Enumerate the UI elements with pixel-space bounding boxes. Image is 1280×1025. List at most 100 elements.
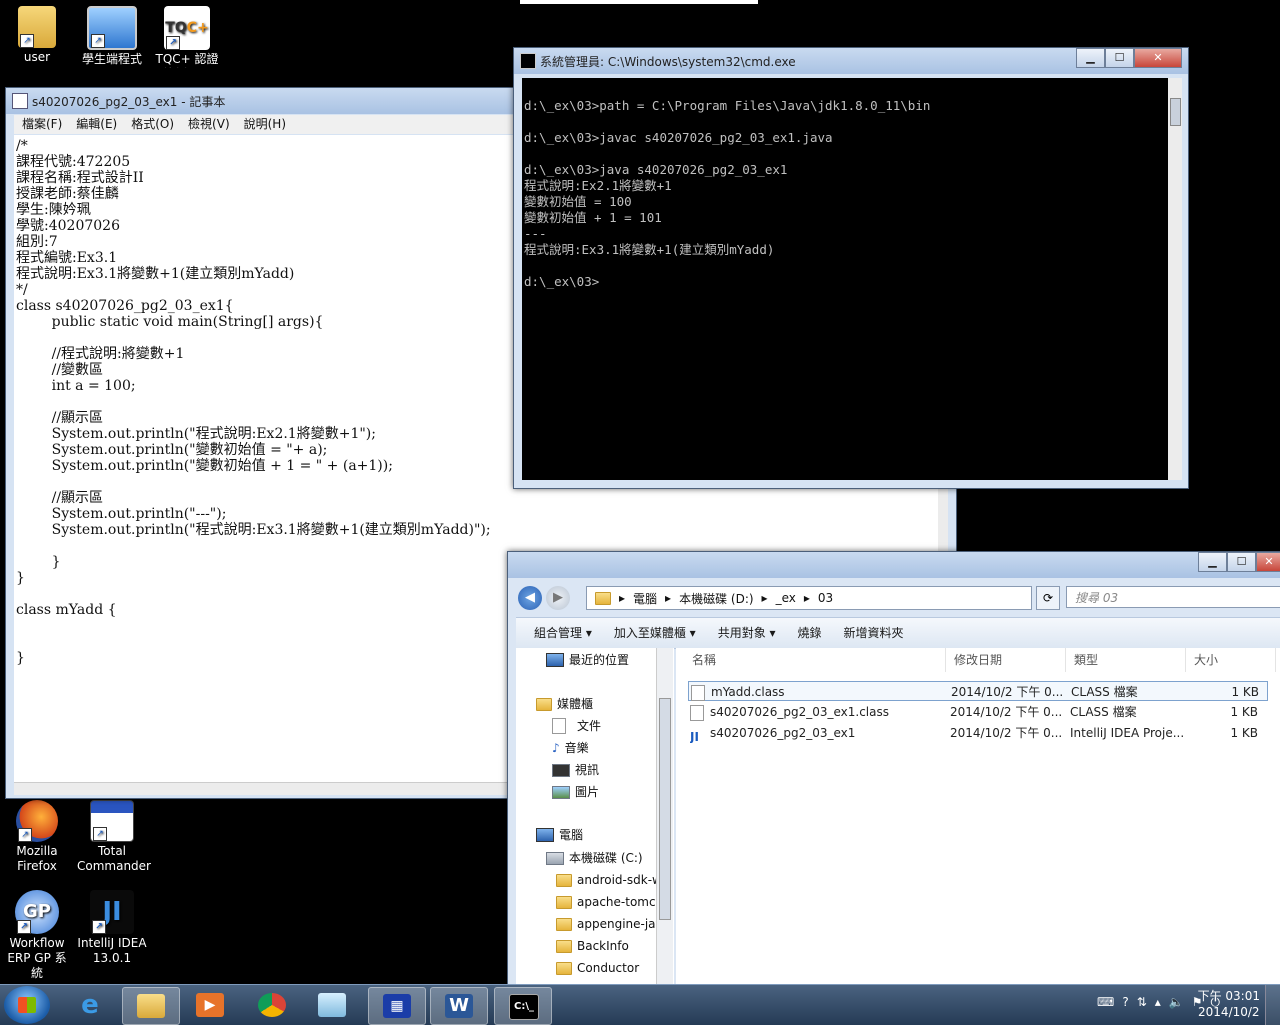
drive-icon: [546, 851, 564, 865]
taskbar-notepad[interactable]: [304, 987, 360, 1023]
nav-folder-apache-tomcat[interactable]: apache-tomca: [556, 893, 663, 911]
file-row[interactable]: mYadd.class 2014/10/2 下午 0... CLASS 檔案 1…: [688, 681, 1268, 701]
taskbar-explorer[interactable]: [122, 987, 180, 1025]
keyboard-icon[interactable]: ⌨: [1097, 995, 1114, 1010]
desktop-icon-student-client[interactable]: ↗ 學生端程式: [77, 6, 147, 67]
forward-button[interactable]: ▶: [546, 586, 570, 610]
desktop-icon-intellij[interactable]: JI ↗ IntelliJ IDEA 13.0.1: [77, 890, 147, 966]
breadcrumb-03[interactable]: 03: [818, 591, 833, 605]
column-date-modified[interactable]: 修改日期: [946, 648, 1066, 672]
new-folder-button[interactable]: 新增資料夾: [844, 618, 904, 648]
taskbar-word[interactable]: W: [430, 987, 488, 1025]
menu-format[interactable]: 格式(O): [131, 115, 174, 134]
shortcut-arrow-icon: ↗: [93, 827, 107, 841]
taskbar-cmd[interactable]: C:\_: [494, 987, 552, 1025]
close-button[interactable]: ✕: [1256, 552, 1280, 572]
column-name[interactable]: 名稱: [684, 648, 946, 672]
close-button[interactable]: ✕: [1134, 48, 1182, 68]
breadcrumb-computer[interactable]: 電腦: [633, 590, 657, 607]
menu-file[interactable]: 檔案(F): [22, 115, 62, 134]
search-input[interactable]: 搜尋 03: [1066, 586, 1280, 608]
network-icon[interactable]: ⇅: [1137, 995, 1147, 1010]
cmd-window[interactable]: 系統管理員: C:\Windows\system32\cmd.exe ▁ ☐ ✕…: [513, 47, 1189, 489]
cmd-titlebar[interactable]: 系統管理員: C:\Windows\system32\cmd.exe ▁ ☐ ✕: [514, 48, 1188, 74]
organize-button[interactable]: 組合管理 ▾: [534, 618, 592, 648]
shortcut-arrow-icon: ↗: [17, 920, 31, 934]
desktop-icon-label: user: [23, 50, 51, 64]
intellij-logo-icon: JI ↗: [90, 890, 134, 934]
nav-drive-c[interactable]: 本機磁碟 (C:): [546, 849, 643, 867]
floppy-disk-icon: ↗: [90, 800, 134, 842]
folder-icon: [137, 994, 165, 1018]
maximize-button[interactable]: ☐: [1105, 48, 1134, 68]
cmd-vertical-scrollbar[interactable]: [1168, 78, 1182, 480]
nav-folder-android-sdk[interactable]: android-sdk-w: [556, 871, 662, 889]
column-size[interactable]: 大小: [1186, 648, 1276, 672]
taskbar-media-player[interactable]: ▶: [182, 987, 238, 1023]
file-row[interactable]: JI s40207026_pg2_03_ex1 2014/10/2 下午 0...…: [688, 723, 1268, 743]
notepad-icon: [318, 993, 346, 1017]
desktop-icon-firefox[interactable]: ↗ Mozilla Firefox: [2, 800, 72, 874]
show-desktop-button[interactable]: [1265, 985, 1280, 1025]
clock-time: 下午 03:01: [1197, 989, 1260, 1003]
show-hidden-icons-icon[interactable]: ▴: [1155, 995, 1161, 1010]
minimize-button[interactable]: ▁: [1198, 552, 1227, 572]
breadcrumb-ex[interactable]: _ex: [776, 591, 796, 605]
nav-libraries[interactable]: 媒體櫃: [536, 695, 593, 713]
maximize-button[interactable]: ☐: [1227, 552, 1256, 572]
back-button[interactable]: ◀: [518, 586, 542, 610]
taskbar-visio[interactable]: ▦: [368, 987, 426, 1025]
menu-view[interactable]: 檢視(V): [188, 115, 230, 134]
scrollbar-thumb[interactable]: [1170, 98, 1181, 126]
volume-icon[interactable]: 🔈: [1169, 995, 1184, 1010]
column-type[interactable]: 類型: [1066, 648, 1186, 672]
file-type: IntelliJ IDEA Proje...: [1070, 726, 1185, 740]
desktop-icon-workflow-erp[interactable]: GP ↗ Workflow ERP GP 系統: [2, 890, 72, 981]
nav-music[interactable]: ♪ 音樂: [552, 739, 589, 757]
nav-folder-backinfo[interactable]: BackInfo: [556, 937, 629, 955]
file-icon: [690, 704, 704, 721]
burn-button[interactable]: 燒錄: [798, 618, 822, 648]
nav-computer[interactable]: 電腦: [536, 826, 583, 844]
desktop-icon-total-commander[interactable]: ↗ Total Commander: [77, 800, 151, 874]
menu-help[interactable]: 說明(H): [244, 115, 286, 134]
refresh-button[interactable]: ⟳: [1036, 586, 1060, 610]
nav-folder-appengine[interactable]: appengine-jav: [556, 915, 663, 933]
nav-folder-conductor[interactable]: Conductor: [556, 959, 639, 977]
explorer-window[interactable]: ▁ ☐ ✕ ◀ ▶ ▸ 電腦 ▸ 本機磁碟 (D:) ▸ _ex ▸ 03 ⟳ …: [507, 551, 1280, 993]
taskbar: e ▶ ▦ W C:\_ ⌨ ? ⇅ ▴ 🔈 ⚑ ⏻ 下午 03:01 2014…: [0, 984, 1280, 1025]
document-icon: [552, 718, 566, 734]
breadcrumb-drive-d[interactable]: 本機磁碟 (D:): [679, 590, 753, 607]
library-icon: [536, 697, 552, 711]
share-with-button[interactable]: 共用對象 ▾: [718, 618, 776, 648]
file-row[interactable]: s40207026_pg2_03_ex1.class 2014/10/2 下午 …: [688, 702, 1268, 722]
folder-icon: [556, 873, 572, 887]
start-button[interactable]: [4, 986, 50, 1024]
scrollbar-thumb[interactable]: [659, 698, 671, 920]
taskbar-clock[interactable]: 下午 03:01 2014/10/2: [1198, 988, 1260, 1020]
file-icon: [691, 684, 705, 701]
nav-pane-scrollbar[interactable]: [656, 648, 673, 984]
taskbar-ie[interactable]: e: [62, 987, 118, 1023]
desktop-icon-user[interactable]: ↗ user: [2, 6, 72, 65]
desktop-icon-tqc[interactable]: TQC+↗ TQC+ 認證 範例題目: [152, 6, 222, 68]
nav-pictures[interactable]: 圖片: [552, 783, 599, 801]
address-bar[interactable]: ▸ 電腦 ▸ 本機磁碟 (D:) ▸ _ex ▸ 03: [586, 586, 1032, 610]
nav-videos[interactable]: 視訊: [552, 761, 599, 779]
help-icon[interactable]: ?: [1122, 995, 1128, 1010]
command-prompt-icon: C:\_: [509, 994, 539, 1020]
picture-icon: [552, 785, 570, 799]
minimize-button[interactable]: ▁: [1076, 48, 1105, 68]
nav-recent-places[interactable]: 最近的位置: [546, 651, 629, 669]
taskbar-chrome[interactable]: [244, 987, 300, 1023]
console-output[interactable]: d:\_ex\03>path = C:\Program Files\Java\j…: [522, 78, 1168, 480]
menu-edit[interactable]: 編輯(E): [76, 115, 117, 134]
desktop-icon-label: Total Commander: [77, 844, 151, 873]
add-to-library-button[interactable]: 加入至媒體櫃 ▾: [614, 618, 696, 648]
file-size: 1 KB: [1230, 705, 1258, 719]
explorer-titlebar[interactable]: ▁ ☐ ✕: [508, 552, 1280, 578]
navigation-pane: 最近的位置 媒體櫃 文件 ♪ 音樂 視訊 圖片 電腦 本機磁碟 (C:) andr…: [516, 648, 674, 984]
nav-documents[interactable]: 文件: [552, 717, 601, 735]
user-folder-icon: ↗: [18, 6, 56, 48]
folder-icon: [556, 939, 572, 953]
